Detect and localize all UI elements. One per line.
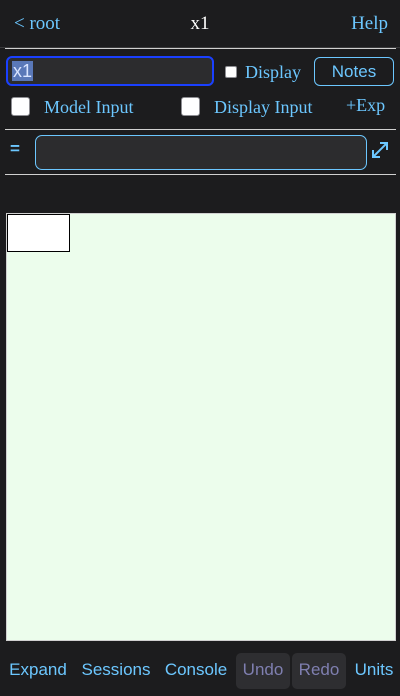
equals-sign: =	[10, 139, 20, 158]
model-input-label: Model Input	[44, 97, 134, 117]
expand-button[interactable]: Expand	[8, 653, 68, 689]
display-checkbox[interactable]	[225, 66, 237, 78]
display-input-checkbox[interactable]	[181, 97, 200, 116]
expand-arrows-icon[interactable]	[370, 140, 390, 160]
model-node-box[interactable]	[7, 214, 70, 252]
display-input-label: Display Input	[214, 97, 313, 117]
model-input-checkbox[interactable]	[11, 97, 30, 116]
units-button[interactable]: Units	[352, 653, 396, 689]
redo-button[interactable]: Redo	[292, 653, 346, 689]
notes-button[interactable]: Notes	[314, 57, 394, 86]
formula-divider	[5, 174, 396, 175]
console-button[interactable]: Console	[164, 653, 228, 689]
add-expression-link[interactable]: +Exp	[346, 95, 385, 116]
header-divider	[5, 48, 396, 49]
undo-button[interactable]: Undo	[236, 653, 290, 689]
display-checkbox-label: Display	[245, 62, 301, 82]
options-divider	[5, 129, 396, 130]
formula-input[interactable]	[35, 135, 367, 170]
help-link[interactable]: Help	[351, 13, 388, 35]
sessions-button[interactable]: Sessions	[80, 653, 152, 689]
back-to-root-link[interactable]: < root	[14, 13, 60, 35]
variable-name-input[interactable]	[6, 56, 214, 86]
diagram-canvas[interactable]	[6, 213, 396, 641]
top-bar: < root x1 Help	[0, 0, 400, 48]
